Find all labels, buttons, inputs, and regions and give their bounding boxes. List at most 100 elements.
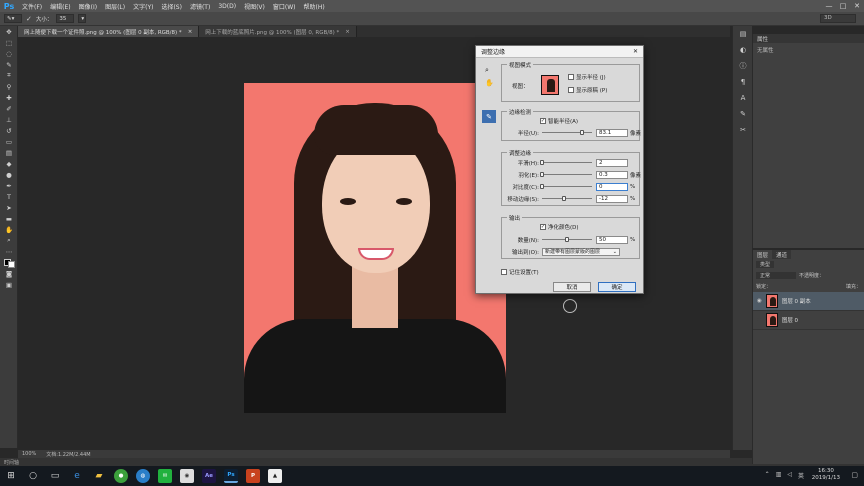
ok-button[interactable]: 确定 xyxy=(598,282,636,292)
feather-field[interactable]: 0.3 xyxy=(596,170,628,179)
contrast-slider[interactable] xyxy=(540,184,592,189)
amount-slider[interactable] xyxy=(542,237,592,242)
tool-presets-icon[interactable]: ✂ xyxy=(733,122,753,138)
task-view-icon[interactable]: ▭ xyxy=(44,466,66,486)
start-icon[interactable]: ⊞ xyxy=(0,466,22,486)
minimize-button[interactable]: — xyxy=(822,0,836,12)
after-effects-icon[interactable]: Ae xyxy=(198,466,220,486)
history-brush-tool-icon[interactable]: ↺ xyxy=(0,125,18,136)
radius-slider[interactable] xyxy=(542,130,592,135)
filter-kind-select[interactable]: 类型 xyxy=(756,261,775,268)
eyedropper-tool-icon[interactable]: ⚲ xyxy=(0,81,18,92)
zoom-level[interactable]: 100% xyxy=(22,451,36,457)
tab-channels[interactable]: 通道 xyxy=(772,250,792,259)
blur-tool-icon[interactable]: ◆ xyxy=(0,158,18,169)
shift-edge-slider[interactable] xyxy=(542,196,592,201)
healing-tool-icon[interactable]: ✚ xyxy=(0,92,18,103)
close-icon[interactable]: ✕ xyxy=(633,48,638,55)
color-swatches-icon[interactable] xyxy=(0,257,18,268)
cancel-button[interactable]: 取消 xyxy=(553,282,591,292)
wechat-icon[interactable]: ✉ xyxy=(154,466,176,486)
photoshop-taskbar-icon[interactable]: Ps xyxy=(220,466,242,486)
tab-document-1[interactable]: 网上随便下载一个证件照.png @ 100% (图层 0 副本, RGB/8) … xyxy=(18,26,200,37)
radius-field[interactable]: 83.1 xyxy=(596,128,628,137)
paragraph-icon[interactable]: ¶ xyxy=(733,74,753,90)
network-icon[interactable]: ▥ xyxy=(776,471,782,480)
hand-icon[interactable]: ✋ xyxy=(485,79,494,87)
smooth-field[interactable]: 2 xyxy=(596,158,628,167)
eraser-tool-icon[interactable]: ▭ xyxy=(0,136,18,147)
stamp-tool-icon[interactable]: ⊥ xyxy=(0,114,18,125)
show-original-checkbox[interactable] xyxy=(568,87,574,93)
decontaminate-checkbox[interactable]: ✓ xyxy=(540,224,546,230)
screen-mode-icon[interactable]: ▣ xyxy=(0,279,18,290)
feather-slider[interactable] xyxy=(540,172,592,177)
search-icon[interactable]: ○ xyxy=(22,466,44,486)
brush-panel-icon[interactable]: ✎ xyxy=(733,106,753,122)
brush-tool-icon[interactable]: ✐ xyxy=(0,103,18,114)
path-select-tool-icon[interactable]: ➤ xyxy=(0,202,18,213)
menu-select[interactable]: 选择(S) xyxy=(157,2,186,11)
zoom-tool-icon[interactable]: ⌕ xyxy=(0,235,18,246)
view-preview-dropdown[interactable] xyxy=(541,75,559,95)
layer-name[interactable]: 图层 0 xyxy=(782,316,798,324)
green-app-icon[interactable]: ● xyxy=(110,466,132,486)
tab-layers[interactable]: 图层 xyxy=(753,250,773,259)
hand-tool-icon[interactable]: ✋ xyxy=(0,224,18,235)
dodge-tool-icon[interactable]: ● xyxy=(0,169,18,180)
info-icon[interactable]: ⓘ xyxy=(733,58,753,74)
marquee-tool-icon[interactable]: ⬚ xyxy=(0,37,18,48)
gradient-tool-icon[interactable]: ▤ xyxy=(0,147,18,158)
type-tool-icon[interactable]: T xyxy=(0,191,18,202)
blend-mode-select[interactable]: 正常 xyxy=(756,272,796,279)
chevron-up-icon[interactable]: ⌃ xyxy=(765,471,770,480)
menu-3d[interactable]: 3D(D) xyxy=(214,3,240,10)
ime-icon[interactable]: 英 xyxy=(798,471,804,480)
shift-edge-field[interactable]: -12 xyxy=(596,194,628,203)
taskbar-clock[interactable]: 16:30 2019/1/13 xyxy=(812,468,840,482)
show-original-option[interactable]: 显示原稿 (P) xyxy=(568,86,607,94)
quick-select-tool-icon[interactable]: ✎ xyxy=(0,59,18,70)
eye-icon[interactable]: ◉ xyxy=(757,298,762,304)
tab-document-2[interactable]: 网上下载的蓝底照片.png @ 100% (图层 0, RGB/8) * × xyxy=(199,26,357,37)
notifications-icon[interactable]: ▢ xyxy=(851,471,858,479)
maximize-button[interactable]: □ xyxy=(836,0,850,12)
remember-settings-checkbox[interactable] xyxy=(501,269,507,275)
properties-tab[interactable]: 属性 xyxy=(753,34,864,43)
portrait-image[interactable] xyxy=(244,83,506,413)
zoom-icon[interactable]: ⌕ xyxy=(485,66,489,75)
decontaminate-option[interactable]: ✓ 净化颜色(D) xyxy=(540,223,579,231)
adjust-icon[interactable]: ◐ xyxy=(733,42,753,58)
move-tool-icon[interactable]: ✥ xyxy=(0,26,18,37)
layer-row[interactable]: ◉ 图层 0 xyxy=(753,311,864,330)
globe-app-icon[interactable]: ◍ xyxy=(132,466,154,486)
smart-radius-checkbox[interactable]: ✓ xyxy=(540,118,546,124)
photos-app-icon[interactable]: ▲ xyxy=(264,466,286,486)
tencent-app-icon[interactable]: ◉ xyxy=(176,466,198,486)
remember-settings-option[interactable]: 记住设置(T) xyxy=(501,268,539,276)
show-radius-checkbox[interactable] xyxy=(568,74,574,80)
workspace-select[interactable]: 3D xyxy=(820,14,856,23)
size-field[interactable]: 35 xyxy=(56,14,75,23)
more-tools-icon[interactable]: ⋯ xyxy=(0,246,18,257)
close-icon[interactable]: × xyxy=(345,29,350,35)
refine-radius-tool-icon[interactable]: ✎ xyxy=(482,110,496,123)
menu-layer[interactable]: 图层(L) xyxy=(101,2,129,11)
smart-radius-option[interactable]: ✓ 智能半径(A) xyxy=(540,117,578,125)
quick-mask-icon[interactable]: ◙ xyxy=(0,268,18,279)
menu-edit[interactable]: 编辑(E) xyxy=(46,2,74,11)
show-radius-option[interactable]: 显示半径 (J) xyxy=(568,73,606,81)
contrast-field[interactable]: 0 xyxy=(596,182,628,191)
layer-name[interactable]: 图层 0 副本 xyxy=(782,297,811,305)
file-explorer-icon[interactable]: ▰ xyxy=(88,466,110,486)
volume-icon[interactable]: ◁ xyxy=(787,471,792,480)
output-to-select[interactable]: 新建带有图层蒙版的图层 ⌄ xyxy=(542,247,620,256)
menu-window[interactable]: 窗口(W) xyxy=(269,2,300,11)
lasso-tool-icon[interactable]: ◌ xyxy=(0,48,18,59)
edge-browser-icon[interactable]: e xyxy=(66,466,88,486)
amount-field[interactable]: 50 xyxy=(596,235,628,244)
powerpoint-icon[interactable]: P xyxy=(242,466,264,486)
menu-view[interactable]: 视图(V) xyxy=(240,2,269,11)
menu-help[interactable]: 帮助(H) xyxy=(300,2,329,11)
timeline-label[interactable]: 时间轴 xyxy=(4,459,19,466)
